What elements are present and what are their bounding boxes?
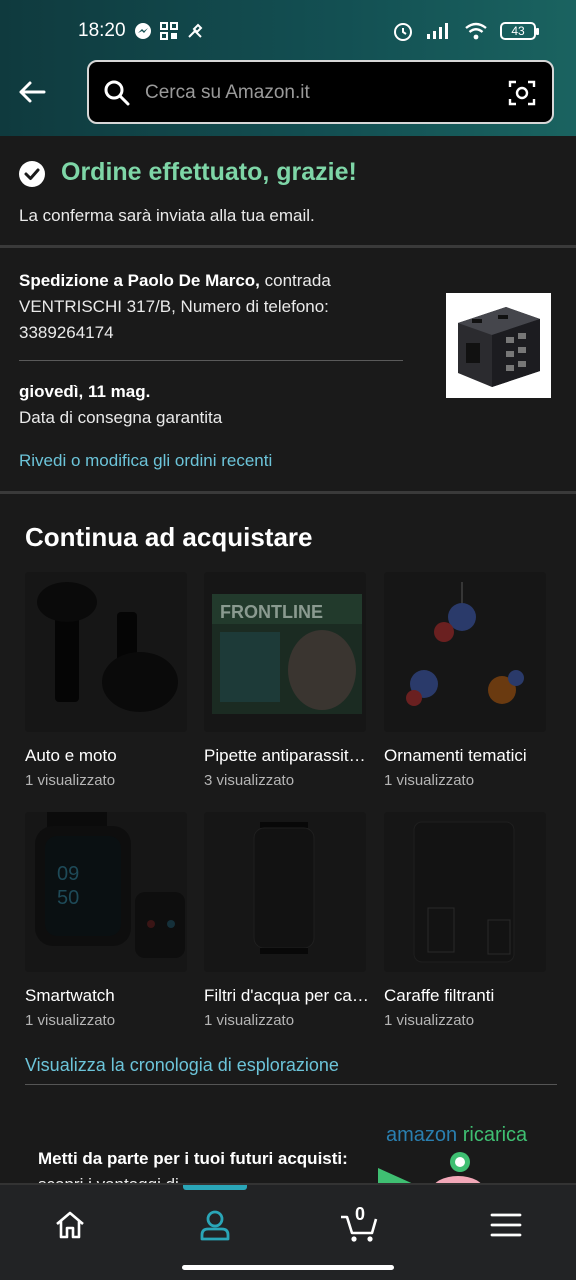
wifi-icon — [465, 22, 487, 40]
review-orders-link[interactable]: Rivedi o modifica gli ordini recenti — [19, 451, 272, 471]
search-bar[interactable]: Cerca su Amazon.it — [87, 60, 554, 124]
shipping-address: Spedizione a Paolo De Marco, contrada VE… — [19, 268, 409, 346]
arrow-left-icon — [19, 81, 46, 103]
app-header: 18:20 43 Cerca su Amazon.it — [0, 0, 576, 136]
search-icon — [104, 80, 130, 106]
product-views: 1 visualizzato — [25, 1012, 116, 1029]
product-thumbnail[interactable] — [446, 293, 551, 398]
product-card[interactable]: Ornamenti tematici 1 visualizzato — [384, 572, 554, 789]
smartwatch-image: 09 50 — [25, 812, 187, 972]
delivery-guarantee: Data di consegna garantita — [19, 408, 223, 427]
ornaments-image — [384, 572, 546, 732]
status-time: 18:20 — [78, 20, 126, 41]
product-views: 1 visualizzato — [384, 1012, 475, 1029]
shipping-recipient: Spedizione a Paolo De Marco, — [19, 271, 260, 290]
confirmation-subtitle: La conferma sarà inviata alla tua email. — [19, 206, 315, 225]
battery-indicator: 43 — [500, 22, 539, 40]
product-views: 1 visualizzato — [384, 772, 475, 789]
cart-count: 0 — [355, 1204, 366, 1224]
person-icon — [200, 1210, 230, 1241]
active-tab-indicator — [183, 1185, 247, 1190]
camera-scan-icon[interactable] — [508, 79, 536, 107]
svg-text:50: 50 — [57, 887, 79, 909]
tools-icon — [186, 22, 204, 40]
shipping-divider — [19, 360, 403, 361]
product-views: 3 visualizzato — [204, 772, 295, 789]
filter-jug-image — [384, 812, 546, 972]
gesture-home-bar[interactable] — [182, 1265, 394, 1270]
svg-text:09: 09 — [57, 863, 79, 885]
nav-home[interactable] — [52, 1207, 88, 1243]
product-name: Filtri d'acqua per caraffe — [204, 986, 369, 1005]
section-divider — [25, 1084, 557, 1085]
water-filter-image — [204, 812, 366, 972]
confirmation-title: Ordine effettuato, grazie! — [61, 158, 357, 186]
amazon-ricarica-logo: amazon ricarica — [386, 1124, 527, 1147]
product-views: 1 visualizzato — [204, 1012, 295, 1029]
dumbbell-image — [25, 572, 187, 732]
home-icon — [56, 1211, 84, 1239]
back-button[interactable] — [14, 74, 50, 110]
browsing-history-link[interactable]: Visualizza la cronologia di esplorazione — [25, 1055, 339, 1076]
product-name: Ornamenti tematici — [384, 746, 527, 765]
product-card[interactable]: 09 50 Smartwatch 1 visualizzato — [25, 812, 195, 1029]
alarm-icon — [394, 23, 412, 41]
travel-adapter-image — [446, 293, 551, 398]
status-notification-icons — [134, 22, 204, 40]
nav-profile[interactable] — [197, 1207, 233, 1243]
brand-amazon: amazon — [386, 1124, 458, 1146]
product-name: Caraffe filtranti — [384, 986, 495, 1005]
promo-banner[interactable]: Metti da parte per i tuoi futuri acquist… — [0, 1094, 576, 1190]
product-card[interactable]: Caraffe filtranti 1 visualizzato — [384, 812, 554, 1029]
product-views: 1 visualizzato — [25, 772, 116, 789]
status-system-icons: 43 — [392, 20, 539, 42]
promo-text-bold: Metti da parte per i tuoi futuri acquist… — [38, 1149, 348, 1168]
status-bar: 18:20 43 — [0, 16, 576, 48]
messenger-icon — [134, 22, 152, 40]
product-name: Auto e moto — [25, 746, 117, 765]
signal-icon — [427, 23, 448, 39]
continue-shopping-section: Continua ad acquistare Auto e moto 1 vis… — [0, 494, 576, 1094]
check-circle-icon — [19, 161, 45, 187]
shipping-details: Spedizione a Paolo De Marco, contrada VE… — [0, 248, 576, 492]
product-card[interactable]: FRONTLINE Pipette antiparassitarie 3 vis… — [204, 572, 374, 789]
order-confirmation: Ordine effettuato, grazie! La conferma s… — [0, 136, 576, 246]
delivery-date: giovedì, 11 mag. — [19, 382, 151, 401]
brand-ricarica: ricarica — [462, 1124, 528, 1146]
product-name: Smartwatch — [25, 986, 115, 1005]
hamburger-menu-icon — [490, 1213, 522, 1237]
nav-menu[interactable] — [488, 1207, 524, 1243]
svg-text:FRONTLINE: FRONTLINE — [220, 602, 323, 622]
search-input[interactable]: Cerca su Amazon.it — [145, 82, 310, 104]
grid-app-icon — [160, 22, 178, 40]
continue-heading: Continua ad acquistare — [25, 522, 313, 552]
product-card[interactable]: Filtri d'acqua per caraffe 1 visualizzat… — [204, 812, 374, 1029]
frontline-box-image: FRONTLINE — [204, 572, 366, 732]
product-card[interactable]: Auto e moto 1 visualizzato — [25, 572, 195, 789]
product-name: Pipette antiparassitarie — [204, 746, 369, 765]
